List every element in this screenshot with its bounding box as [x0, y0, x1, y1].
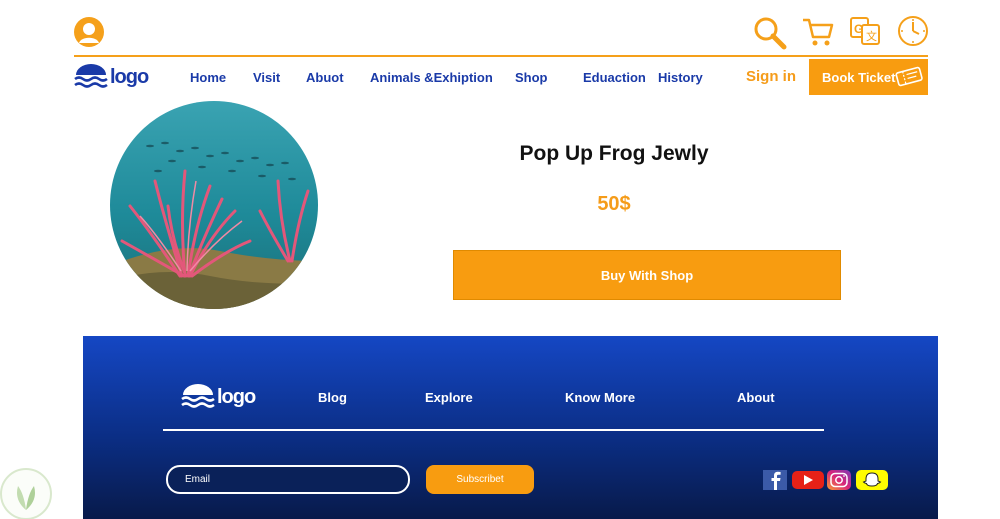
sign-in-link[interactable]: Sign in: [746, 68, 796, 85]
email-input[interactable]: [166, 465, 410, 494]
nav-home[interactable]: Home: [190, 70, 226, 85]
youtube-icon[interactable]: [791, 470, 825, 490]
subscribe-button[interactable]: Subscribet: [426, 465, 534, 494]
wave-logo-icon: [74, 64, 108, 88]
nav-education[interactable]: Eduaction: [583, 70, 646, 85]
search-icon[interactable]: [752, 15, 788, 51]
header-logo[interactable]: logo: [74, 64, 149, 90]
product-image: [110, 101, 318, 309]
footer-link-know-more[interactable]: Know More: [565, 390, 635, 405]
translate-icon[interactable]: G 文: [849, 15, 881, 47]
ticket-icon: [895, 66, 923, 87]
nav-about[interactable]: Abuot: [306, 70, 344, 85]
footer-divider: [163, 429, 824, 431]
footer-logo[interactable]: logo: [181, 384, 256, 410]
clock-icon[interactable]: [897, 15, 929, 47]
footer-link-about[interactable]: About: [737, 390, 775, 405]
buy-with-shop-button[interactable]: Buy With Shop: [453, 250, 841, 300]
header-logo-text: logo: [110, 65, 149, 88]
book-ticket-button[interactable]: Book Ticket: [809, 59, 928, 95]
footer-link-blog[interactable]: Blog: [318, 390, 347, 405]
footer-logo-text: logo: [217, 385, 256, 408]
svg-text:文: 文: [866, 29, 877, 43]
cart-icon[interactable]: [801, 15, 835, 49]
instagram-icon[interactable]: [826, 470, 852, 490]
footer-link-explore[interactable]: Explore: [425, 390, 473, 405]
product-title: Pop Up Frog Jewly: [519, 142, 709, 165]
user-icon[interactable]: [73, 16, 105, 48]
nav-animals[interactable]: Animals &Exhiption: [370, 70, 493, 85]
wave-logo-icon: [181, 384, 215, 408]
book-ticket-label: Book Ticket: [822, 69, 896, 85]
header-divider: [74, 55, 928, 57]
nav-history[interactable]: History: [658, 70, 703, 85]
nav-shop[interactable]: Shop: [515, 70, 548, 85]
nav-visit[interactable]: Visit: [253, 70, 280, 85]
snapchat-icon[interactable]: [855, 470, 889, 490]
product-price: 50$: [597, 193, 631, 215]
facebook-icon[interactable]: [762, 470, 788, 490]
watermark-logo: [0, 468, 52, 519]
